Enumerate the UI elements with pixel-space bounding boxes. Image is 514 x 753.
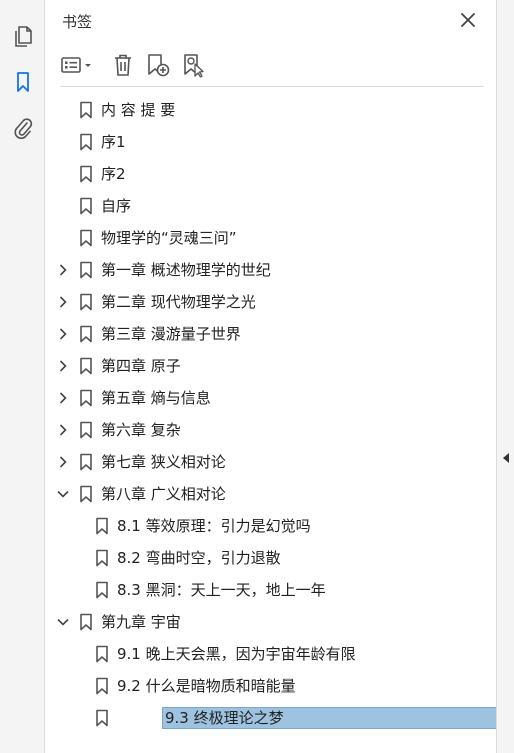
bookmarks-app: 书签 内 容 提 要 序1 序2 自序 物理学的“灵魂三问” 第一章 概述物理学… [0,0,514,753]
bookmark-label: 第二章 现代物理学之光 [101,293,256,311]
bookmark-icon [79,101,93,119]
bookmark-icon [79,389,93,407]
bookmarks-panel: 书签 内 容 提 要 序1 序2 自序 物理学的“灵魂三问” 第一章 概述物理学… [46,0,514,753]
panel-splitter[interactable] [496,0,514,753]
bookmark-icon [79,421,93,439]
bookmark-label: 8.1 等效原理：引力是幻觉吗 [117,517,311,535]
bookmark-icon [95,517,109,535]
bookmark-icon [79,197,93,215]
bookmark-item[interactable]: 物理学的“灵魂三问” [46,222,496,254]
bookmark-subitem[interactable]: 8.3 黑洞：天上一天，地上一年 [46,574,496,606]
bookmark-label: 自序 [101,197,132,215]
bookmark-label: 第四章 原子 [101,357,181,375]
bookmark-item[interactable]: 第六章 复杂 [46,414,496,446]
bookmark-subitem[interactable]: 9.1 晚上天会黑，因为宇宙年龄有限 [46,638,496,670]
panel-header: 书签 [46,0,496,42]
new-bookmark-from-structure-button[interactable] [180,52,208,78]
bookmark-subitem[interactable]: 8.2 弯曲时空，引力退散 [46,542,496,574]
chevron-right-icon[interactable] [56,391,70,405]
bookmark-item[interactable]: 自序 [46,190,496,222]
chevron-right-icon[interactable] [56,327,70,341]
trash-icon [115,54,131,76]
bookmark-label: 第九章 宇宙 [101,613,181,631]
page-thumbnails-button[interactable] [9,22,36,49]
panel-title: 书签 [62,13,93,31]
bookmark-icon [79,357,93,375]
bookmark-label: 物理学的“灵魂三问” [101,229,237,247]
bookmark-label: 9.3 终极理论之梦 [162,707,514,729]
add-bookmark-icon [148,54,170,77]
bookmark-icon [79,261,93,279]
bookmark-label: 9.1 晚上天会黑，因为宇宙年龄有限 [117,645,356,663]
close-icon [461,13,475,27]
bookmark-icon [95,709,109,727]
attachments-button[interactable] [9,114,36,141]
bookmark-label: 第五章 熵与信息 [101,389,211,407]
bookmark-icon [79,613,93,631]
bookmark-item[interactable]: 序1 [46,126,496,158]
bookmark-item[interactable]: 内 容 提 要 [46,94,496,126]
bookmark-cursor-icon [184,54,204,78]
bookmark-icon [79,133,93,151]
bookmark-label: 序1 [101,133,126,151]
paperclip-icon [14,117,32,139]
bookmark-item[interactable]: 第五章 熵与信息 [46,382,496,414]
bookmark-item[interactable]: 第八章 广义相对论 [46,478,496,510]
bookmark-label: 第一章 概述物理学的世纪 [101,261,271,279]
chevron-right-icon[interactable] [56,295,70,309]
bookmark-label: 序2 [101,165,126,183]
chevron-right-icon[interactable] [56,359,70,373]
bookmark-item[interactable]: 第三章 漫游量子世界 [46,318,496,350]
bookmark-icon [95,677,109,695]
bookmark-label: 第六章 复杂 [101,421,181,439]
bookmark-subitem[interactable]: 9.3 终极理论之梦 [46,702,514,734]
bookmark-icon [79,293,93,311]
chevron-right-icon[interactable] [56,423,70,437]
chevron-down-icon[interactable] [56,487,70,501]
new-bookmark-button[interactable] [144,52,172,78]
bookmark-icon [95,549,109,567]
bookmark-item[interactable]: 第九章 宇宙 [46,606,496,638]
bookmark-icon [79,453,93,471]
bookmark-item[interactable]: 第二章 现代物理学之光 [46,286,496,318]
bookmark-item[interactable]: 第四章 原子 [46,350,496,382]
bookmark-icon [79,485,93,503]
delete-bookmark-button[interactable] [110,52,136,78]
bookmark-icon [79,229,93,247]
bookmark-icon [79,325,93,343]
bookmarks-toolbar [46,42,496,86]
chevron-down-icon [85,64,91,67]
bookmarks-panel-button[interactable] [9,68,36,95]
bookmark-label: 第三章 漫游量子世界 [101,325,241,343]
bookmark-icon [95,645,109,663]
list-options-icon [61,57,91,73]
bookmark-label: 8.2 弯曲时空，引力退散 [117,549,281,567]
chevron-right-icon[interactable] [56,263,70,277]
close-panel-button[interactable] [458,10,478,30]
bookmark-item[interactable]: 第一章 概述物理学的世纪 [46,254,496,286]
bookmark-tree: 内 容 提 要序1 序2 自序物理学的“灵魂三问” 第一章 概述物理学的世纪 第二章 现… [46,94,514,734]
chevron-right-icon[interactable] [56,455,70,469]
bookmark-subitem[interactable]: 9.2 什么是暗物质和暗能量 [46,670,496,702]
bookmark-icon [16,71,29,92]
bookmark-label: 8.3 黑洞：天上一天，地上一年 [117,581,326,599]
toolbar-divider [60,86,484,87]
bookmark-label: 第八章 广义相对论 [101,485,226,503]
bookmark-label: 第七章 狭义相对论 [101,453,226,471]
navigation-rail [0,0,45,753]
chevron-down-icon[interactable] [56,615,70,629]
bookmark-item[interactable]: 序2 [46,158,496,190]
bookmark-subitem[interactable]: 8.1 等效原理：引力是幻觉吗 [46,510,496,542]
bookmark-label: 9.2 什么是暗物质和暗能量 [117,677,296,695]
bookmark-label: 内 容 提 要 [101,101,176,119]
page-thumbnails-icon [14,25,32,47]
bookmark-item[interactable]: 第七章 狭义相对论 [46,446,496,478]
options-menu-button[interactable] [60,52,98,78]
collapse-arrow-icon[interactable] [502,452,510,464]
bookmark-icon [79,165,93,183]
bookmark-icon [95,581,109,599]
